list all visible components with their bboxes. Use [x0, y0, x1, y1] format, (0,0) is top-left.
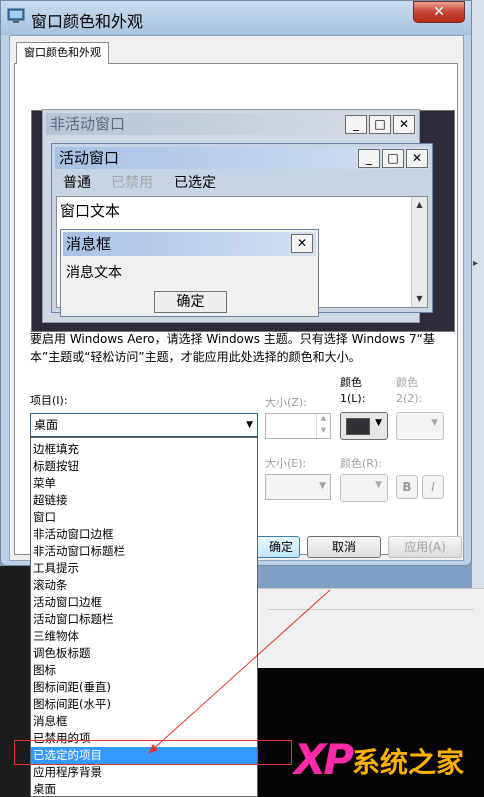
watermark-xp: XP: [294, 735, 354, 784]
watermark-logo: XP 系统之家: [294, 735, 484, 785]
watermark-text: 系统之家: [352, 746, 465, 779]
annotation-arrow: [148, 589, 331, 754]
annotation-highlight: [14, 740, 292, 765]
